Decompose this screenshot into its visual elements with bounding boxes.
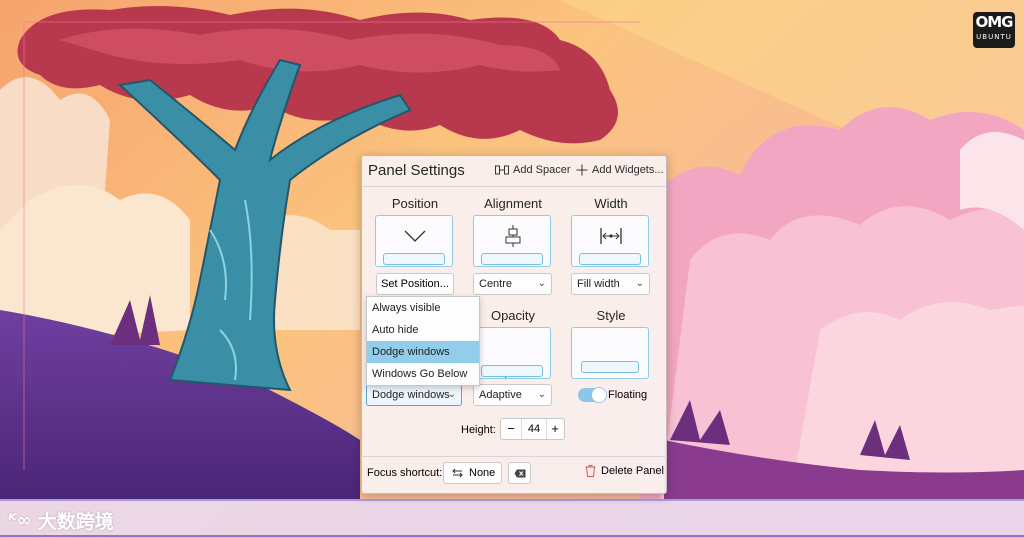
- menu-item-dodge-windows[interactable]: Dodge windows: [367, 341, 479, 363]
- visibility-select[interactable]: Dodge windows ⌄: [366, 384, 462, 406]
- width-label: Width: [594, 196, 628, 211]
- visibility-dropdown-menu: Always visible Auto hide Dodge windows W…: [366, 296, 480, 386]
- chevron-down-icon: [404, 230, 426, 242]
- clear-shortcut-button[interactable]: [508, 462, 531, 484]
- add-widgets-button[interactable]: Add Widgets...: [576, 164, 664, 176]
- align-center-icon: [505, 225, 521, 247]
- position-label: Position: [391, 196, 439, 211]
- trash-icon: [585, 465, 596, 477]
- dialog-header: Panel Settings Add Spacer Add Widgets...: [362, 156, 666, 186]
- opacity-label: Opacity: [490, 308, 536, 323]
- position-bar: [383, 253, 445, 265]
- floating-label: Floating: [608, 389, 648, 401]
- plus-icon: [576, 164, 588, 176]
- minus-icon[interactable]: −: [501, 419, 521, 439]
- logo-line1: OMG: [975, 13, 1014, 31]
- alignment-bar: [481, 253, 543, 265]
- dialog-title: Panel Settings: [368, 162, 465, 179]
- header-divider: [362, 186, 666, 187]
- menu-item-always-visible[interactable]: Always visible: [367, 297, 479, 319]
- height-value[interactable]: 44: [521, 419, 547, 439]
- fill-width-icon: [600, 228, 622, 244]
- add-spacer-label: Add Spacer: [513, 164, 571, 176]
- width-bar: [579, 253, 641, 265]
- desktop-panel[interactable]: [0, 499, 1024, 537]
- width-select[interactable]: Fill width ⌄: [571, 273, 650, 295]
- opacity-value: Adaptive: [479, 389, 522, 401]
- watermark-text: 大数跨境: [37, 510, 114, 533]
- floating-bar: [581, 361, 639, 373]
- chevron-down-icon: ⌄: [537, 278, 546, 289]
- plus-icon[interactable]: +: [545, 419, 565, 439]
- spacer-icon: [495, 165, 509, 175]
- menu-item-windows-go-below[interactable]: Windows Go Below: [367, 363, 479, 385]
- opacity-preview[interactable]: [473, 327, 551, 379]
- delete-panel-button[interactable]: Delete Panel: [585, 465, 664, 477]
- alignment-value: Centre: [479, 278, 513, 290]
- chevron-down-icon: ⌄: [635, 278, 644, 289]
- delete-panel-label: Delete Panel: [601, 465, 664, 477]
- height-label: Height:: [461, 424, 496, 436]
- opacity-select[interactable]: Adaptive ⌄: [473, 384, 552, 406]
- visibility-value: Dodge windows: [372, 389, 450, 401]
- alignment-select[interactable]: Centre ⌄: [473, 273, 552, 295]
- add-widgets-label: Add Widgets...: [592, 164, 664, 176]
- shortcut-button[interactable]: None: [443, 462, 502, 484]
- shortcut-arrows-icon: [452, 468, 463, 478]
- omg-ubuntu-logo: OMG UBUNTU: [973, 12, 1015, 48]
- focus-shortcut-label: Focus shortcut:: [367, 467, 443, 479]
- alignment-preview[interactable]: [473, 215, 551, 267]
- watermark-icon: ᴷ∞: [8, 509, 32, 531]
- chevron-down-icon: ⌄: [447, 389, 456, 400]
- logo-line2: UBUNTU: [976, 33, 1012, 41]
- watermark: ᴷ∞ 大数跨境: [8, 505, 114, 535]
- set-position-button[interactable]: Set Position...: [376, 273, 454, 295]
- width-preview[interactable]: [571, 215, 649, 267]
- footer-divider: [361, 456, 667, 457]
- position-preview[interactable]: [375, 215, 453, 267]
- floating-toggle[interactable]: [578, 387, 607, 403]
- height-spinbox[interactable]: − 44 +: [500, 418, 565, 440]
- style-label: Style: [596, 308, 626, 323]
- chevron-down-icon: ⌄: [537, 389, 546, 400]
- alignment-label: Alignment: [484, 196, 542, 211]
- clear-icon: [514, 469, 525, 477]
- add-spacer-button[interactable]: Add Spacer: [495, 164, 570, 176]
- width-value: Fill width: [577, 278, 620, 290]
- opacity-bar: [481, 365, 543, 377]
- shortcut-value: None: [469, 467, 496, 479]
- menu-item-auto-hide[interactable]: Auto hide: [367, 319, 479, 341]
- toggle-knob: [591, 387, 607, 403]
- style-preview[interactable]: [571, 327, 649, 379]
